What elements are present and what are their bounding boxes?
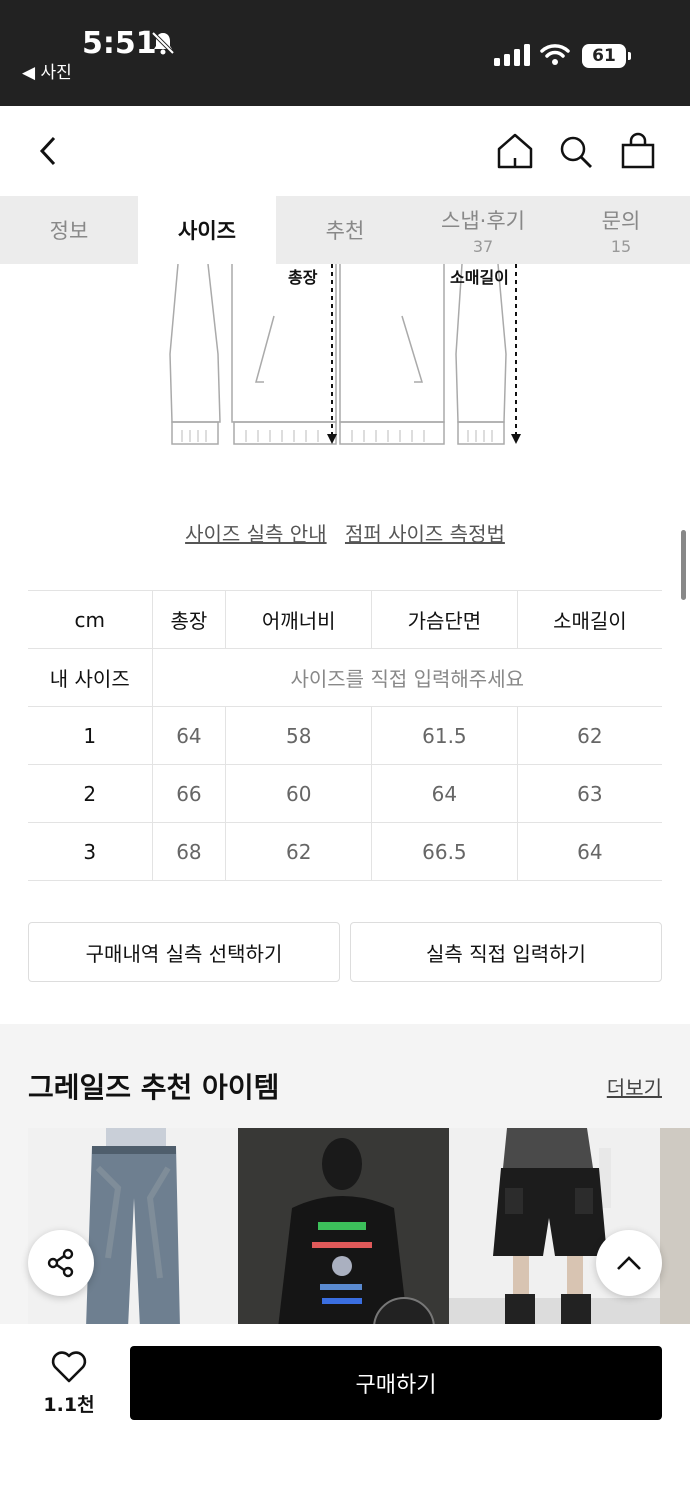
value-cell: 64 (516, 822, 662, 881)
my-size-label: 내 사이즈 (28, 648, 153, 707)
value-cell: 60 (225, 764, 373, 823)
tab-label: 추천 (325, 219, 365, 243)
table-header-cell: 가슴단면 (371, 590, 518, 649)
size-cell: 3 (28, 822, 153, 881)
select-purchase-history-button[interactable]: 구매내역 실측 선택하기 (28, 922, 340, 982)
tab-snap-review[interactable]: 스냅·후기 37 (414, 196, 552, 264)
tab-label: 정보 (49, 219, 89, 243)
tab-count: 15 (610, 236, 632, 256)
value-cell: 62 (225, 822, 373, 881)
recommend-title: 그레일즈 추천 아이템 (28, 1071, 280, 1104)
wifi-icon (540, 44, 570, 65)
silent-bell-icon (151, 31, 175, 55)
tab-info[interactable]: 정보 (0, 196, 138, 264)
jacket-size-diagram (169, 264, 521, 445)
like-count: 1.1천 (43, 1394, 95, 1416)
product-image-partial[interactable] (660, 1128, 690, 1328)
back-arrow-icon[interactable] (36, 134, 62, 168)
tab-recommend[interactable]: 추천 (276, 196, 414, 264)
value-cell: 68 (151, 822, 227, 881)
shopping-bag-icon[interactable] (620, 132, 656, 170)
my-size-input-prompt[interactable]: 사이즈를 직접 입력해주세요 (151, 648, 662, 707)
product-image-jeans[interactable] (28, 1128, 238, 1328)
product-tabs: 정보 사이즈 추천 스냅·후기 37 문의 15 (0, 196, 690, 264)
home-icon[interactable] (496, 132, 534, 170)
table-row: 3 68 62 66.5 64 (28, 822, 662, 881)
like-button[interactable]: 1.1천 (40, 1350, 98, 1417)
buy-button[interactable]: 구매하기 (130, 1346, 662, 1420)
value-cell: 63 (516, 764, 662, 823)
tab-label: 문의 (601, 208, 641, 233)
value-cell: 58 (225, 706, 373, 765)
tab-label: 스냅·후기 (441, 208, 525, 233)
tab-count: 37 (472, 236, 494, 256)
heart-icon (51, 1351, 87, 1383)
table-header-row: cm 총장 어깨너비 가슴단면 소매길이 (28, 590, 662, 649)
size-cell: 1 (28, 706, 153, 765)
chevron-up-icon (617, 1256, 641, 1270)
value-cell: 66 (151, 764, 227, 823)
value-cell: 64 (151, 706, 227, 765)
diagram-label-sleeve-length: 소매길이 (450, 268, 509, 287)
tab-size[interactable]: 사이즈 (138, 196, 276, 264)
tab-label: 사이즈 (178, 219, 236, 243)
diagram-label-total-length: 총장 (288, 268, 318, 287)
table-row: 2 66 60 64 63 (28, 764, 662, 823)
value-cell: 61.5 (371, 706, 518, 765)
my-size-row: 내 사이즈 사이즈를 직접 입력해주세요 (28, 648, 662, 707)
battery-indicator: 61 (582, 44, 631, 68)
value-cell: 64 (371, 764, 518, 823)
table-row: 1 64 58 61.5 62 (28, 706, 662, 765)
scrollbar[interactable] (681, 530, 686, 600)
cellular-signal-icon (494, 44, 530, 66)
table-header-cell: 총장 (151, 590, 227, 649)
bottom-purchase-bar: 1.1천 구매하기 (0, 1324, 690, 1500)
top-navigation (0, 106, 690, 196)
share-icon (47, 1248, 74, 1278)
jumper-measure-link[interactable]: 점퍼 사이즈 측정법 (345, 522, 505, 546)
direct-input-button[interactable]: 실측 직접 입력하기 (350, 922, 662, 982)
share-button[interactable] (28, 1230, 94, 1296)
tab-inquiry[interactable]: 문의 15 (552, 196, 690, 264)
product-image-hoodie[interactable] (238, 1128, 449, 1328)
table-header-cell: 소매길이 (516, 590, 662, 649)
scroll-to-top-button[interactable] (596, 1230, 662, 1296)
back-to-photos-link[interactable]: ◀ 사진 (22, 58, 72, 83)
status-bar: 5:51 ◀ 사진 61 (0, 0, 690, 106)
size-table: cm 총장 어깨너비 가슴단면 소매길이 내 사이즈 사이즈를 직접 입력해주세… (28, 590, 662, 881)
page: 5:51 ◀ 사진 61 정보 사이즈 추천 스냅·후기 37 문의 15 총장… (0, 0, 690, 1500)
size-guide-links: 사이즈 실측 안내 점퍼 사이즈 측정법 (0, 518, 690, 547)
search-icon[interactable] (558, 134, 594, 170)
value-cell: 62 (516, 706, 662, 765)
size-cell: 2 (28, 764, 153, 823)
status-time: 5:51 (82, 26, 157, 61)
table-header-cell: cm (28, 590, 153, 649)
table-header-cell: 어깨너비 (225, 590, 373, 649)
value-cell: 66.5 (371, 822, 518, 881)
size-guide-link[interactable]: 사이즈 실측 안내 (185, 522, 327, 546)
recommend-section: 그레일즈 추천 아이템 더보기 (0, 1024, 690, 1334)
recommend-more-link[interactable]: 더보기 (607, 1072, 662, 1101)
product-image-cargo-shorts[interactable] (449, 1128, 660, 1328)
